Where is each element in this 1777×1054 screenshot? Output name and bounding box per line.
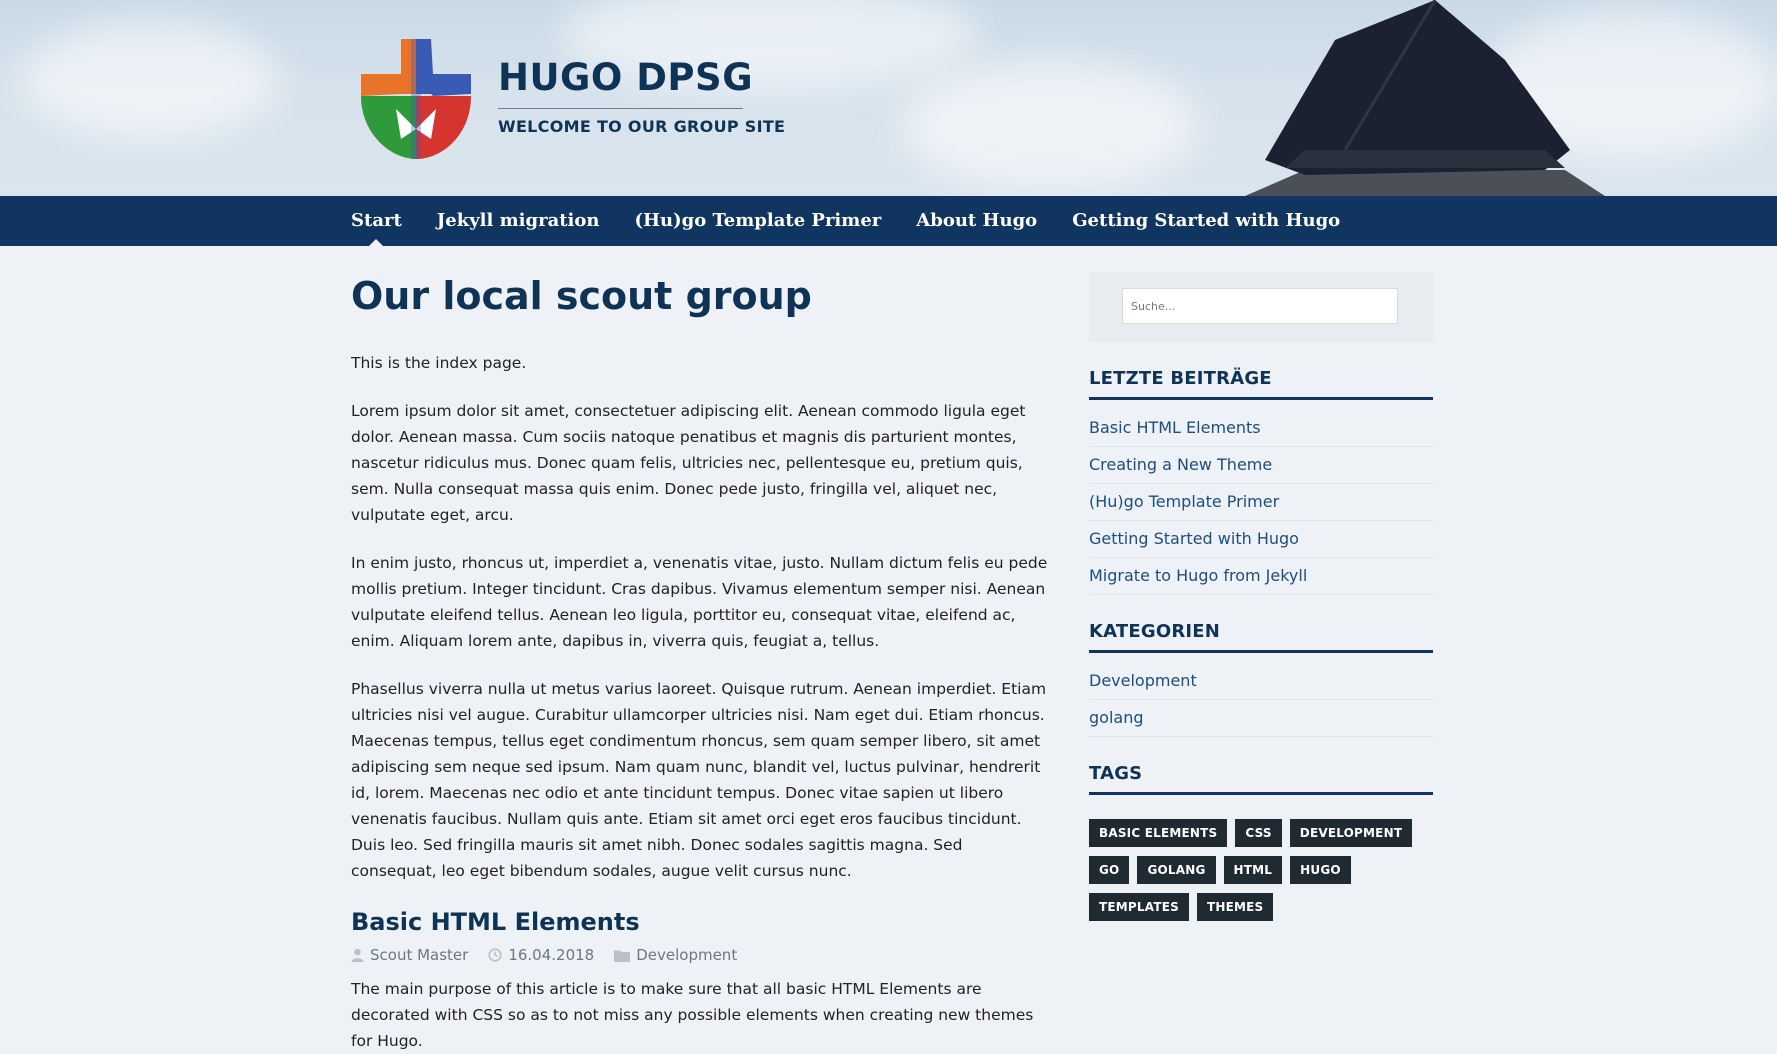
- post-date: 16.04.2018: [488, 946, 594, 964]
- category-link[interactable]: Development: [1089, 663, 1433, 700]
- tag-basic-elements[interactable]: BASIC ELEMENTS: [1089, 819, 1228, 847]
- post-author: Scout Master: [351, 946, 468, 964]
- user-icon: [351, 948, 364, 962]
- recent-post-link[interactable]: Migrate to Hugo from Jekyll: [1089, 558, 1433, 595]
- search-widget: [1089, 272, 1433, 342]
- sidebar: LETZTE BEITRÄGE Basic HTML Elements Crea…: [1089, 246, 1433, 930]
- post-author-name[interactable]: Scout Master: [370, 946, 468, 964]
- post-meta: Scout Master 16.04.2018 Development: [351, 946, 1051, 964]
- recent-posts-heading: LETZTE BEITRÄGE: [1089, 368, 1433, 400]
- intro-paragraph: This is the index page.: [351, 354, 527, 372]
- cloud-decoration: [900, 60, 1200, 190]
- nav-item-getting-started[interactable]: Getting Started with Hugo: [1072, 196, 1340, 246]
- post-excerpt: The main purpose of this article is to m…: [351, 980, 1034, 1050]
- post-title-link[interactable]: Basic HTML Elements: [351, 906, 1051, 938]
- recent-post-link[interactable]: Getting Started with Hugo: [1089, 521, 1433, 558]
- tag-templates[interactable]: TEMPLATES: [1089, 893, 1189, 921]
- tag-cloud: BASIC ELEMENTS CSS DEVELOPMENT GO GOLANG…: [1089, 819, 1433, 930]
- nav-item-start[interactable]: Start: [351, 196, 402, 246]
- search-input[interactable]: [1122, 288, 1398, 324]
- folder-icon: [614, 950, 631, 962]
- nav-item-about-hugo[interactable]: About Hugo: [916, 196, 1037, 246]
- cloud-decoration: [20, 20, 280, 140]
- site-header: HUGO DPSG WELCOME TO OUR GROUP SITE: [0, 0, 1777, 196]
- tag-css[interactable]: CSS: [1235, 819, 1282, 847]
- post-category: Development: [614, 946, 737, 964]
- title-divider: [498, 108, 743, 109]
- post-category-link[interactable]: Development: [636, 946, 737, 964]
- body-paragraph: In enim justo, rhoncus ut, imperdiet a, …: [351, 554, 1048, 650]
- body-paragraph: Lorem ipsum dolor sit amet, consectetuer…: [351, 402, 1026, 524]
- nav-item-template-primer[interactable]: (Hu)go Template Primer: [634, 196, 881, 246]
- site-title[interactable]: HUGO DPSG: [498, 54, 785, 102]
- tag-golang[interactable]: GOLANG: [1137, 856, 1216, 884]
- main-content: Our local scout group This is the index …: [351, 246, 1051, 1054]
- tag-themes[interactable]: THEMES: [1196, 893, 1274, 921]
- category-link[interactable]: golang: [1089, 700, 1433, 737]
- recent-posts-list: Basic HTML Elements Creating a New Theme…: [1089, 410, 1433, 595]
- categories-heading: KATEGORIEN: [1089, 621, 1433, 653]
- main-navigation: Start Jekyll migration (Hu)go Template P…: [0, 196, 1777, 246]
- recent-post-link[interactable]: Basic HTML Elements: [1089, 410, 1433, 447]
- clock-icon: [488, 948, 502, 962]
- tag-development[interactable]: DEVELOPMENT: [1289, 819, 1413, 847]
- page-title: Our local scout group: [351, 274, 812, 318]
- tags-heading: TAGS: [1089, 763, 1433, 795]
- scout-logo[interactable]: [351, 34, 481, 164]
- tent-image: [1245, 0, 1605, 196]
- nav-item-jekyll-migration[interactable]: Jekyll migration: [437, 196, 600, 246]
- tag-go[interactable]: GO: [1089, 856, 1130, 884]
- tag-html[interactable]: HTML: [1223, 856, 1283, 884]
- tag-hugo[interactable]: HUGO: [1290, 856, 1351, 884]
- post-date-value: 16.04.2018: [508, 946, 595, 964]
- recent-post-link[interactable]: Creating a New Theme: [1089, 447, 1433, 484]
- site-branding: HUGO DPSG WELCOME TO OUR GROUP SITE: [498, 54, 785, 136]
- categories-list: Development golang: [1089, 663, 1433, 737]
- body-paragraph: Phasellus viverra nulla ut metus varius …: [351, 680, 1047, 880]
- site-subtitle: WELCOME TO OUR GROUP SITE: [498, 117, 786, 136]
- recent-post-link[interactable]: (Hu)go Template Primer: [1089, 484, 1433, 521]
